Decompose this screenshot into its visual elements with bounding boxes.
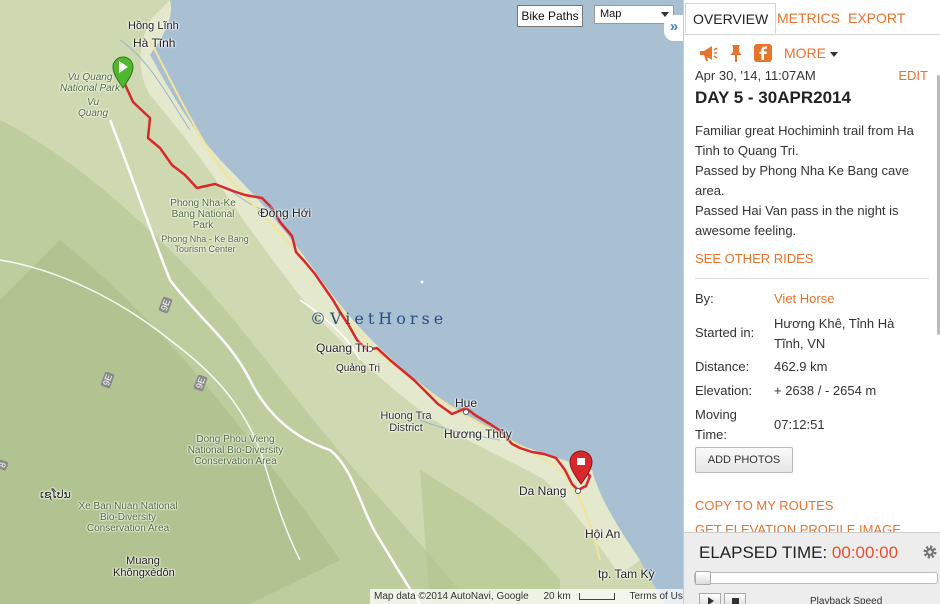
rider-label: By: bbox=[695, 291, 714, 306]
moving-time-value: 07:12:51 bbox=[774, 417, 825, 432]
city-label: tp. Tam Kỳ bbox=[598, 567, 655, 581]
distance-value: 462.9 km bbox=[774, 359, 828, 374]
divider bbox=[695, 278, 929, 279]
park-label: Dong Phou Vieng National Bio-Diversity C… bbox=[187, 434, 284, 467]
city-label: Hội An bbox=[585, 527, 621, 541]
moving-time-label: Moving Time: bbox=[695, 407, 737, 442]
city-label: Hue bbox=[455, 396, 478, 410]
more-label: MORE bbox=[784, 45, 826, 61]
playback-slider-thumb[interactable] bbox=[695, 571, 711, 585]
district-label: Huong Tra District bbox=[380, 410, 432, 434]
gear-icon[interactable] bbox=[922, 544, 938, 560]
city-label: Hồng Lĩnh bbox=[128, 20, 179, 32]
ride-description: Familiar great Hochiminh trail from Ha T… bbox=[695, 121, 927, 241]
collapse-sidebar-icon[interactable]: » bbox=[664, 15, 683, 41]
elapsed-time: ELAPSED TIME: 00:00:00 bbox=[699, 543, 898, 563]
park-label: Phong Nha-Ke Bang National Park bbox=[170, 198, 236, 231]
scale-label: 20 km bbox=[543, 591, 571, 602]
copy-to-routes-link[interactable]: COPY TO MY ROUTES bbox=[695, 498, 833, 513]
park-label: Vu Quang National Park bbox=[59, 72, 121, 94]
ride-title: DAY 5 - 30APR2014 bbox=[695, 88, 851, 107]
scale-bar bbox=[578, 592, 615, 600]
overview-panel[interactable]: MORE Apr 30, '14, 11:07AM EDIT DAY 5 - 3… bbox=[684, 35, 940, 532]
playback-progress-slider[interactable] bbox=[694, 571, 938, 585]
bike-paths-button[interactable]: Bike Paths bbox=[517, 5, 583, 27]
tab-export[interactable]: EXPORT bbox=[841, 3, 912, 34]
megaphone-icon[interactable] bbox=[698, 43, 718, 63]
chevron-down-icon bbox=[830, 51, 838, 57]
facebook-icon[interactable] bbox=[753, 43, 773, 63]
tab-overview[interactable]: OVERVIEW bbox=[685, 3, 777, 34]
description-line: Familiar great Hochiminh trail from Ha T… bbox=[695, 123, 914, 158]
playback-panel: ELAPSED TIME: 00:00:00 Playback Speed bbox=[684, 532, 940, 604]
city-label: Hương Thủy bbox=[444, 427, 512, 441]
play-icon[interactable] bbox=[699, 593, 721, 604]
tab-metrics[interactable]: METRICS bbox=[770, 3, 847, 34]
map-type-select[interactable]: Map bbox=[594, 5, 674, 24]
elevation-label: Elevation: bbox=[695, 383, 753, 398]
park-label: Vu Quang bbox=[77, 97, 109, 119]
see-other-rides-link[interactable]: SEE OTHER RIDES bbox=[695, 251, 813, 266]
edit-link[interactable]: EDIT bbox=[898, 68, 928, 83]
watermark: ©VietHorse bbox=[310, 309, 448, 328]
tab-bar: OVERVIEW METRICS EXPORT bbox=[684, 3, 940, 35]
map-data-credit: Map data ©2014 AutoNavi, Google bbox=[374, 591, 529, 602]
description-line: Passed by Phong Nha Ke Bang cave area. bbox=[695, 163, 909, 198]
map-type-value: Map bbox=[600, 8, 622, 20]
started-label: Started in: bbox=[695, 325, 755, 340]
elapsed-time-value: 00:00:00 bbox=[831, 543, 899, 562]
elevation-profile-link[interactable]: GET ELEVATION PROFILE IMAGE bbox=[695, 522, 901, 532]
park-label: Phong Nha - Ke Bang Tourism Center bbox=[161, 234, 249, 254]
stop-icon[interactable] bbox=[724, 593, 746, 604]
park-label: Xe Ban Nuan National Bio-Diversity Conse… bbox=[78, 501, 178, 534]
city-label: Hà Tĩnh bbox=[133, 36, 176, 50]
distance-label: Distance: bbox=[695, 359, 750, 374]
pin-icon[interactable] bbox=[726, 43, 746, 63]
description-line: Passed Hai Van pass in the night is awes… bbox=[695, 203, 899, 238]
rider-value: Viet Horse bbox=[774, 289, 924, 309]
ride-sidebar: OVERVIEW METRICS EXPORT MORE Apr 30, '14… bbox=[683, 0, 940, 604]
city-label: Đồng Hới bbox=[260, 206, 312, 220]
more-menu-button[interactable]: MORE bbox=[784, 45, 838, 61]
route-map[interactable]: Hồng Lĩnh Hà Tĩnh Đồng Hới Quang Tri Quả… bbox=[0, 0, 683, 604]
add-photos-button[interactable]: ADD PHOTOS bbox=[695, 447, 793, 473]
city-label: Quang Tri bbox=[316, 341, 369, 355]
city-label: ເຊໂປນ bbox=[40, 489, 71, 501]
city-label: Da Nang bbox=[519, 484, 567, 498]
terms-link[interactable]: Terms of Use bbox=[630, 591, 684, 602]
city-label: Quảng Trị bbox=[336, 363, 380, 374]
playback-speed-label: Playback Speed bbox=[810, 596, 883, 604]
map-scale: 20 km bbox=[539, 591, 618, 602]
city-label: Muang Khôngxédôn bbox=[113, 555, 175, 579]
elapsed-time-label: ELAPSED TIME: bbox=[699, 543, 828, 562]
started-value: Hương Khê, Tỉnh Hà Tĩnh, VN bbox=[774, 316, 895, 351]
map-attribution: Map data ©2014 AutoNavi, Google 20 km Te… bbox=[370, 589, 683, 604]
elevation-value: + 2638 / - 2654 m bbox=[774, 383, 877, 398]
rider-link[interactable]: Viet Horse bbox=[774, 291, 834, 306]
ride-date: Apr 30, '14, 11:07AM bbox=[695, 68, 816, 83]
